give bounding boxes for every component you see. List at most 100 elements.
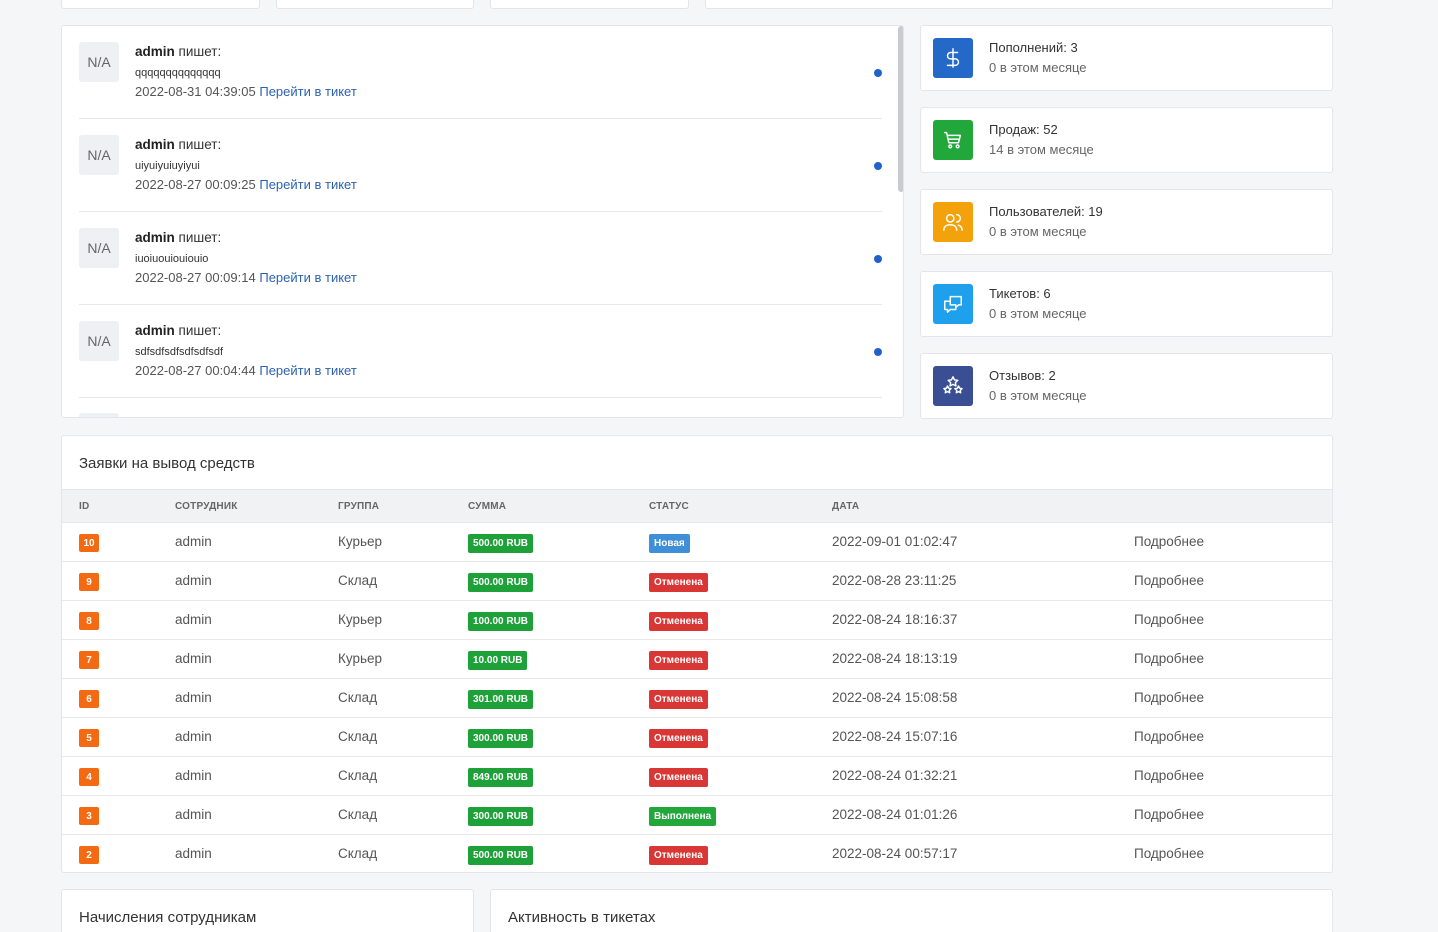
employee-link[interactable]: admin	[175, 768, 212, 783]
date-cell: 2022-08-24 18:16:37	[832, 612, 958, 627]
stat-subtitle: 0 в этом месяце	[989, 306, 1087, 321]
go-to-ticket-link[interactable]: Перейти в тикет	[259, 177, 356, 192]
card-title: Заявки на вывод средств	[79, 455, 255, 472]
status-badge: Новая	[649, 534, 690, 553]
table-row: 3 admin Склад 300.00 RUB Выполнена 2022-08-24…	[62, 796, 1332, 835]
avatar: N/A	[79, 135, 119, 175]
employee-link[interactable]: admin	[175, 807, 212, 822]
message-datetime: 2022-08-27 00:09:25	[135, 177, 256, 192]
sum-badge: 500.00 RUB	[468, 846, 534, 865]
column-header-sum: СУММА	[468, 501, 507, 512]
stat-title: Отзывов: 2	[989, 368, 1056, 383]
group-cell: Склад	[338, 690, 378, 705]
sum-badge: 500.00 RUB	[468, 534, 534, 553]
details-link[interactable]: Подробнее	[1134, 807, 1204, 822]
group-cell: Склад	[338, 846, 378, 861]
go-to-ticket-link[interactable]: Перейти в тикет	[259, 84, 356, 99]
stat-title: Тикетов: 6	[989, 286, 1051, 301]
message-datetime: 2022-08-27 00:09:14	[135, 270, 256, 285]
message-verb: пишет:	[178, 137, 222, 152]
date-cell: 2022-08-24 15:08:58	[832, 690, 958, 705]
employee-link[interactable]: admin	[175, 690, 212, 705]
date-cell: 2022-08-24 01:32:21	[832, 768, 958, 783]
avatar: N/A	[79, 321, 119, 361]
message-datetime: 2022-08-27 00:04:44	[135, 363, 256, 378]
id-badge: 3	[79, 807, 99, 825]
employee-link[interactable]: admin	[175, 729, 212, 744]
details-link[interactable]: Подробнее	[1134, 846, 1204, 861]
details-link[interactable]: Подробнее	[1134, 690, 1204, 705]
stat-subtitle: 14 в этом месяце	[989, 142, 1094, 157]
avatar	[79, 413, 119, 417]
date-cell: 2022-08-24 00:57:17	[832, 846, 958, 861]
message-author: admin	[135, 44, 175, 59]
employee-link[interactable]: admin	[175, 534, 212, 549]
status-badge: Отменена	[649, 612, 708, 631]
message-verb: пишет:	[178, 323, 222, 338]
column-header-date: ДАТА	[832, 501, 860, 512]
users-icon	[933, 202, 973, 242]
stat-subtitle: 0 в этом месяце	[989, 388, 1087, 403]
message-item: N/A admin пишет: iuoiuouiouiouio 2022-08…	[79, 212, 882, 305]
table-row: 6 admin Склад 301.00 RUB Отменена 2022-08-24 …	[62, 679, 1332, 718]
date-cell: 2022-08-28 23:11:25	[832, 573, 957, 588]
stat-card-reviews: Отзывов: 2 0 в этом месяце	[920, 353, 1333, 419]
go-to-ticket-link[interactable]: Перейти в тикет	[259, 363, 356, 378]
stat-title: Продаж: 52	[989, 122, 1058, 137]
message-author: admin	[135, 137, 175, 152]
column-header-employee: СОТРУДНИК	[175, 501, 238, 512]
sum-badge: 300.00 RUB	[468, 729, 534, 748]
message-item: N/A admin пишет: uiyuiyuiuyiyui 2022-08-…	[79, 119, 882, 212]
group-cell: Курьер	[338, 651, 383, 666]
message-meta: 2022-08-27 00:09:14 Перейти в тикет	[135, 270, 357, 285]
details-link[interactable]: Подробнее	[1134, 768, 1204, 783]
messages-scrollbar[interactable]	[898, 26, 903, 192]
details-link[interactable]: Подробнее	[1134, 612, 1204, 627]
details-link[interactable]: Подробнее	[1134, 573, 1204, 588]
column-header-group: ГРУППА	[338, 501, 380, 512]
stat-card-users: Пользователей: 19 0 в этом месяце	[920, 189, 1333, 255]
sum-badge: 10.00 RUB	[468, 651, 528, 670]
top-card-2	[276, 0, 474, 9]
sum-badge: 300.00 RUB	[468, 807, 534, 826]
details-link[interactable]: Подробнее	[1134, 651, 1204, 666]
message-verb: пишет:	[178, 230, 222, 245]
id-badge: 10	[79, 534, 99, 552]
message-meta: 2022-08-31 04:39:05 Перейти в тикет	[135, 84, 357, 99]
group-cell: Склад	[338, 729, 378, 744]
status-badge: Отменена	[649, 768, 708, 787]
employee-link[interactable]: admin	[175, 651, 212, 666]
column-header-status: СТАТУС	[649, 501, 689, 512]
unread-dot-icon	[874, 69, 882, 77]
details-link[interactable]: Подробнее	[1134, 534, 1204, 549]
unread-dot-icon	[874, 255, 882, 263]
group-cell: Склад	[338, 573, 378, 588]
id-badge: 7	[79, 651, 99, 669]
group-cell: Курьер	[338, 612, 383, 627]
employee-link[interactable]: admin	[175, 612, 212, 627]
group-cell: Курьер	[338, 534, 383, 549]
message-author: admin	[135, 323, 175, 338]
chat-icon	[933, 284, 973, 324]
card-title: Активность в тикетах	[508, 909, 656, 926]
status-badge: Выполнена	[649, 807, 717, 826]
column-header-id: ID	[79, 501, 90, 512]
employee-link[interactable]: admin	[175, 573, 212, 588]
go-to-ticket-link[interactable]: Перейти в тикет	[259, 270, 356, 285]
stat-card-sales: Продаж: 52 14 в этом месяце	[920, 107, 1333, 173]
employee-link[interactable]: admin	[175, 846, 212, 861]
details-link[interactable]: Подробнее	[1134, 729, 1204, 744]
table-row: 8 admin Курьер 100.00 RUB Отменена 2022-08-24…	[62, 601, 1332, 640]
top-card-1	[61, 0, 260, 9]
group-cell: Склад	[338, 807, 378, 822]
cart-icon	[933, 120, 973, 160]
stat-card-deposits: Пополнений: 3 0 в этом месяце	[920, 25, 1333, 91]
status-badge: Отменена	[649, 846, 708, 865]
message-meta: 2022-08-27 00:04:44 Перейти в тикет	[135, 363, 357, 378]
message-header: admin пишет:	[135, 44, 221, 59]
message-text: qqqqqqqqqqqqqq	[135, 67, 221, 79]
unread-dot-icon	[874, 162, 882, 170]
message-header: admin пишет:	[135, 323, 221, 338]
stat-subtitle: 0 в этом месяце	[989, 60, 1087, 75]
ticket-activity-card: Активность в тикетах	[490, 889, 1333, 932]
